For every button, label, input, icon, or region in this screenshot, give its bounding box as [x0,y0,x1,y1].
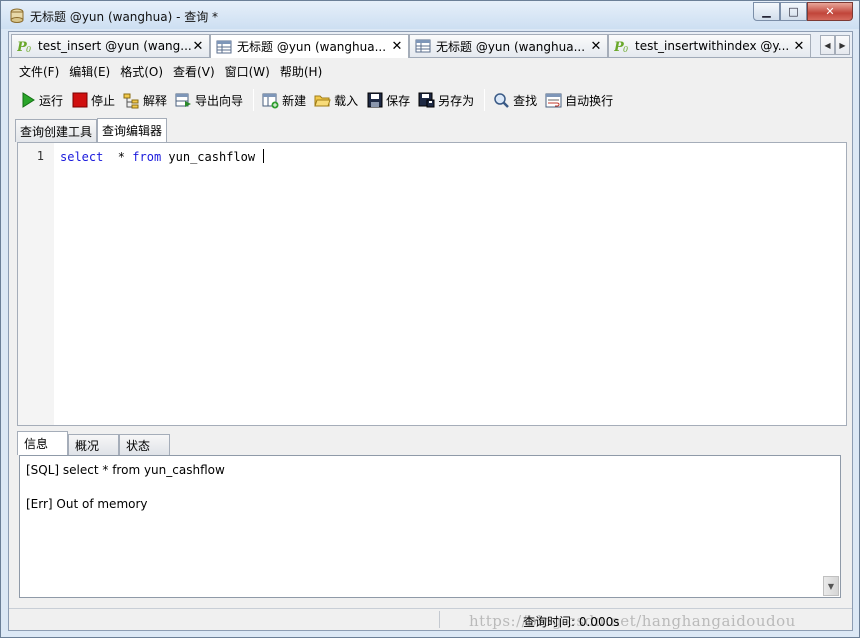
stop-button[interactable]: 停止 [71,92,115,109]
save-as-button[interactable]: 另存为 [418,92,474,109]
doc-tab-untitled-2[interactable]: 无标题 @yun (wanghua... ✕ [409,34,608,57]
new-label: 新建 [282,93,307,108]
main-frame: P0 test_insert @yun (wang... ✕ 无标题 @yun … [8,31,853,631]
document-tab-strip: P0 test_insert @yun (wang... ✕ 无标题 @yun … [9,32,852,58]
error-message: [Err] Out of memory [26,497,148,511]
menu-help[interactable]: 帮助(H) [280,63,322,80]
explain-tree-icon [123,92,140,109]
line-number: 1 [36,149,44,163]
tab-scroll-left-button[interactable]: ◀ [820,35,835,55]
keyword-from: from [132,150,162,164]
menu-bar: 文件(F) 编辑(E) 格式(O) 查看(V) 窗口(W) 帮助(H) [9,59,852,83]
status-separator [439,611,440,628]
run-label: 运行 [39,93,64,108]
toolbar-separator [253,89,255,111]
window-title: 无标题 @yun (wanghua) - 查询 * [30,10,219,24]
play-icon [19,92,36,109]
message-panel[interactable]: [SQL] select * from yun_cashflow [Err] O… [19,455,841,598]
folder-open-icon [314,92,331,109]
menu-edit[interactable]: 编辑(E) [69,63,110,80]
tab-close-icon[interactable]: ✕ [589,39,603,54]
word-wrap-label: 自动换行 [565,93,614,108]
query-grid-icon [414,38,432,54]
menu-format[interactable]: 格式(O) [120,63,163,80]
load-label: 载入 [334,93,359,108]
magnifier-icon [493,92,510,109]
status-bar: https://blog.csdn.net/hanghangaidoudou 查… [9,608,852,630]
doc-tab-label: test_insertwithindex @y... [635,39,790,53]
tab-close-icon[interactable]: ✕ [792,39,806,54]
svg-text:0: 0 [26,45,31,53]
menu-window[interactable]: 窗口(W) [225,63,270,80]
navicat-app-icon [9,7,25,23]
close-window-button[interactable]: ✕ [807,2,853,21]
explain-button[interactable]: 解释 [123,92,167,109]
tab-scroll-right-button[interactable]: ▶ [835,35,850,55]
title-bar: 无标题 @yun (wanghua) - 查询 * ▁ □ ✕ [1,1,859,29]
tab-status[interactable]: 状态 [119,434,170,455]
tab-info[interactable]: 信息 [17,431,68,455]
doc-tab-label: 无标题 @yun (wanghua... [436,39,586,54]
text-caret [263,149,265,163]
query-p-icon: P0 [16,38,34,54]
menu-view[interactable]: 查看(V) [173,63,215,80]
doc-tab-test-insertwithindex[interactable]: P0 test_insertwithindex @y... ✕ [608,34,811,57]
run-button[interactable]: 运行 [19,92,63,109]
save-disk-icon [366,92,383,109]
export-wizard-label: 导出向导 [195,93,244,108]
line-number-gutter [18,143,54,425]
tab-query-builder[interactable]: 查询创建工具 [15,119,98,142]
explain-label: 解释 [143,93,168,108]
export-wizard-button[interactable]: 导出向导 [175,92,243,109]
keyword-select: select [60,150,104,164]
save-as-label: 另存为 [438,93,475,108]
load-button[interactable]: 载入 [314,92,358,109]
new-query-button[interactable]: 新建 [262,92,306,109]
doc-tab-label: 无标题 @yun (wanghua... [237,40,387,54]
sql-editor[interactable]: 1 select * from yun_cashflow [17,142,847,426]
find-button[interactable]: 查找 [493,92,537,109]
sql-message: [SQL] select * from yun_cashflow [26,463,225,477]
tab-overview[interactable]: 概况 [68,434,119,455]
scroll-down-arrow-icon[interactable]: ▼ [823,576,839,596]
find-label: 查找 [513,93,538,108]
minimize-button[interactable]: ▁ [753,2,780,21]
app-window: 无标题 @yun (wanghua) - 查询 * ▁ □ ✕ P0 test_… [0,0,860,638]
query-grid-icon [215,39,233,55]
doc-tab-untitled-1[interactable]: 无标题 @yun (wanghua... ✕ [210,34,409,58]
code-star: * [103,150,133,164]
word-wrap-icon [545,92,562,109]
save-label: 保存 [386,93,411,108]
toolbar-separator [484,89,486,111]
tab-close-icon[interactable]: ✕ [390,39,404,54]
query-time: 查询时间: 0.000s [523,615,620,629]
watermark: https://blog.csdn.net/hanghangaidoudou [469,612,796,630]
table-name: yun_cashflow [161,150,263,164]
toolbar: 运行 停止 解释 导出向导 新建 载入 保存 另存为 查找 自动换行 [9,84,852,116]
save-as-icon [418,92,435,109]
maximize-button[interactable]: □ [780,2,807,21]
tab-close-icon[interactable]: ✕ [191,39,205,54]
new-query-icon [262,92,279,109]
query-p-icon: P0 [613,38,631,54]
doc-tab-label: test_insert @yun (wang... [38,39,191,53]
word-wrap-button[interactable]: 自动换行 [545,92,613,109]
stop-icon [71,92,88,109]
save-button[interactable]: 保存 [366,92,410,109]
result-tabs: 信息 概况 状态 [17,431,170,455]
tab-query-editor[interactable]: 查询编辑器 [97,118,168,142]
svg-text:0: 0 [623,45,628,53]
export-icon [175,92,192,109]
code-line[interactable]: select * from yun_cashflow [60,149,265,164]
editor-mode-tabs: 查询创建工具 查询编辑器 [15,118,168,142]
menu-file[interactable]: 文件(F) [19,63,59,80]
doc-tab-test-insert[interactable]: P0 test_insert @yun (wang... ✕ [11,34,210,57]
stop-label: 停止 [91,93,116,108]
